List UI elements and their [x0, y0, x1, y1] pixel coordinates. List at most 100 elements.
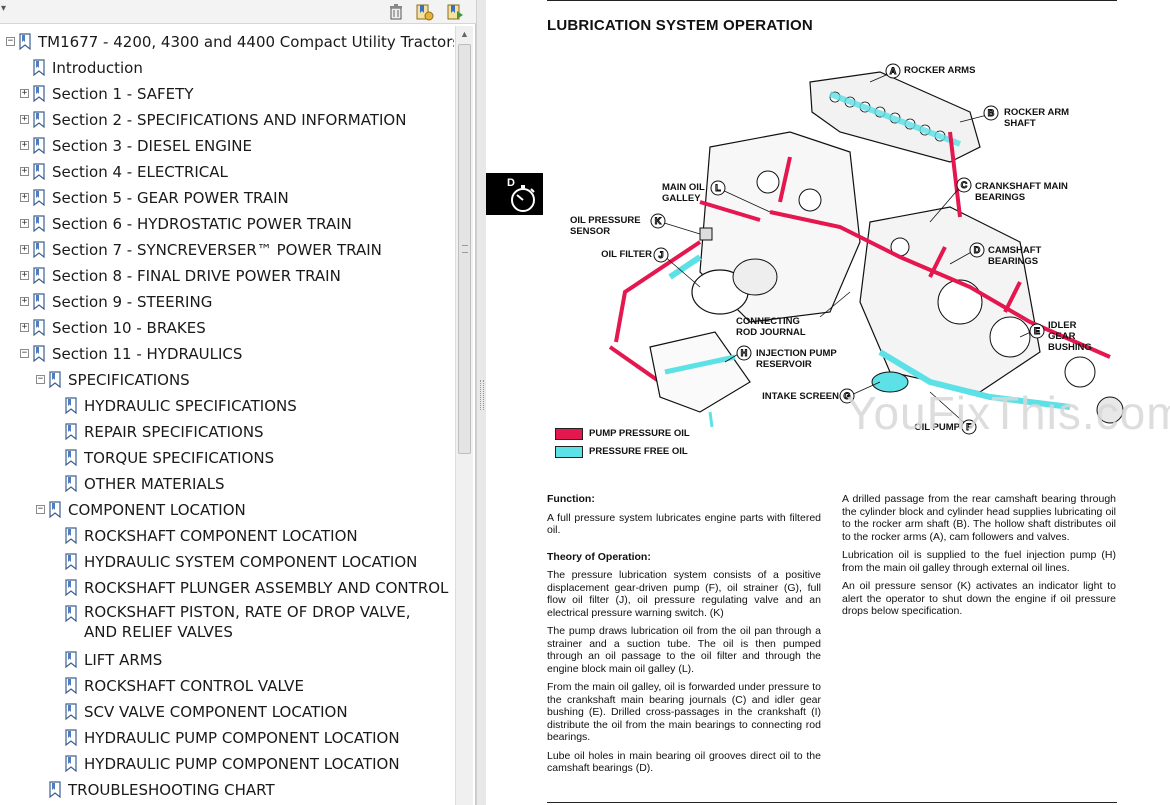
bookmark-item[interactable]: − Section 11 - HYDRAULICS	[0, 342, 452, 366]
bookmark-label: Section 6 - HYDROSTATIC POWER TRAIN	[52, 215, 352, 233]
bookmark-item[interactable]: HYDRAULIC SYSTEM COMPONENT LOCATION	[0, 550, 452, 574]
bookmark-icon	[64, 449, 78, 467]
callout-letter-k: K	[655, 216, 662, 226]
bookmark-icon	[64, 755, 78, 773]
bookmarks-tree: − TM1677 - 4200, 4300 and 4400 Compact Ut…	[0, 26, 454, 805]
callout-main-oil-galley: MAIN OIL GALLEY	[662, 182, 705, 204]
expand-plus-icon[interactable]: +	[20, 89, 29, 98]
bookmark-item[interactable]: − SPECIFICATIONS	[0, 368, 452, 392]
watermark: YouFixThis.com	[846, 387, 1170, 439]
bookmark-icon	[64, 423, 78, 441]
bookmark-label: SPECIFICATIONS	[68, 371, 190, 389]
bookmark-icon	[18, 33, 32, 51]
bookmark-item[interactable]: − COMPONENT LOCATION	[0, 498, 452, 522]
callout-rocker-arms: ROCKER ARMS	[904, 65, 976, 76]
bookmark-item[interactable]: + Section 4 - ELECTRICAL	[0, 160, 452, 184]
expand-plus-icon[interactable]: +	[20, 193, 29, 202]
bookmark-label: Section 10 - BRAKES	[52, 319, 206, 337]
bookmark-item[interactable]: ROCKSHAFT PISTON, RATE OF DROP VALVE, AN…	[0, 602, 452, 648]
bookmark-icon	[64, 475, 78, 493]
bookmark-label: REPAIR SPECIFICATIONS	[84, 423, 264, 441]
bookmark-label: SCV VALVE COMPONENT LOCATION	[84, 703, 348, 721]
theory-heading: Theory of Operation:	[547, 550, 651, 563]
bookmark-item[interactable]: + Section 7 - SYNCREVERSER™ POWER TRAIN	[0, 238, 452, 262]
bookmark-label: OTHER MATERIALS	[84, 475, 225, 493]
function-text: A full pressure system lubricates engine…	[547, 511, 821, 537]
bookmark-icon	[32, 293, 46, 311]
bookmark-item[interactable]: HYDRAULIC PUMP COMPONENT LOCATION	[0, 726, 452, 750]
bookmark-icon	[32, 215, 46, 233]
bookmark-icon	[64, 579, 78, 597]
expand-plus-icon[interactable]: +	[20, 167, 29, 176]
bookmark-item[interactable]: HYDRAULIC SPECIFICATIONS	[0, 394, 452, 418]
expand-plus-icon[interactable]: +	[20, 323, 29, 332]
callout-letter-a: A	[890, 66, 897, 76]
bookmark-item[interactable]: + Section 2 - SPECIFICATIONS AND INFORMAT…	[0, 108, 452, 132]
collapse-minus-icon[interactable]: −	[20, 349, 29, 358]
bookmark-icon	[64, 677, 78, 695]
bookmark-label: Section 8 - FINAL DRIVE POWER TRAIN	[52, 267, 341, 285]
bookmark-label: TM1677 - 4200, 4300 and 4400 Compact Uti…	[38, 33, 454, 51]
bookmark-item[interactable]: + Section 9 - STEERING	[0, 290, 452, 314]
function-heading: Function:	[547, 493, 595, 505]
bookmark-label: ROCKSHAFT PISTON, RATE OF DROP VALVE, AN…	[84, 603, 411, 641]
collapse-minus-icon[interactable]: −	[6, 37, 15, 46]
bookmark-item[interactable]: + Section 6 - HYDROSTATIC POWER TRAIN	[0, 212, 452, 236]
collapse-minus-icon[interactable]: −	[36, 505, 45, 514]
bottom-rule	[547, 802, 1117, 803]
expand-plus-icon[interactable]: +	[20, 245, 29, 254]
trash-icon[interactable]	[386, 2, 406, 22]
right-text-column: A drilled passage from the rear camshaft…	[842, 493, 1116, 624]
bookmark-item[interactable]: + Section 5 - GEAR POWER TRAIN	[0, 186, 452, 210]
document-page: LUBRICATION SYSTEM OPERATION D A B C D E…	[486, 0, 1170, 805]
bookmark-item[interactable]: ROCKSHAFT COMPONENT LOCATION	[0, 524, 452, 548]
expand-plus-icon[interactable]: +	[20, 141, 29, 150]
expand-plus-icon[interactable]: +	[20, 115, 29, 124]
body-paragraph: A drilled passage from the rear camshaft…	[842, 493, 1116, 543]
legend-swatch-red	[555, 428, 583, 440]
bookmark-item[interactable]: Introduction	[0, 56, 452, 80]
bookmark-label: TROUBLESHOOTING CHART	[68, 781, 275, 799]
scrollbar-thumb[interactable]	[458, 44, 471, 454]
bookmark-item[interactable]: − TM1677 - 4200, 4300 and 4400 Compact Ut…	[0, 30, 454, 54]
bookmark-item[interactable]: OTHER MATERIALS	[0, 472, 452, 496]
lubrication-diagram: A B C D E F G H J K L ROCKER ARMS ROCKER…	[550, 52, 1170, 462]
theory-paragraph: The pressure lubrication system consists…	[547, 569, 821, 619]
panel-splitter[interactable]	[476, 0, 486, 805]
bookmark-item[interactable]: ROCKSHAFT CONTROL VALVE	[0, 674, 452, 698]
injection-pump-drawing	[649, 331, 751, 428]
legend-label: PRESSURE FREE OIL	[589, 446, 688, 457]
bookmark-item[interactable]: + Section 1 - SAFETY	[0, 82, 452, 106]
body-paragraph: Lubrication oil is supplied to the fuel …	[842, 549, 1116, 574]
top-rule	[547, 0, 1117, 1]
options-caret-icon[interactable]: ▾	[1, 3, 6, 14]
expand-plus-icon[interactable]: +	[20, 297, 29, 306]
bookmark-item[interactable]: TORQUE SPECIFICATIONS	[0, 446, 452, 470]
bookmarks-scrollbar[interactable]: ▲	[455, 26, 473, 805]
bookmark-icon	[48, 781, 62, 799]
bookmark-item[interactable]: LIFT ARMS	[0, 648, 452, 672]
bookmark-label: Section 4 - ELECTRICAL	[52, 163, 228, 181]
bookmark-item[interactable]: ROCKSHAFT PLUNGER ASSEMBLY AND CONTROL L…	[0, 576, 454, 600]
bookmark-options-icon[interactable]	[414, 2, 434, 22]
bookmark-label: Section 2 - SPECIFICATIONS AND INFORMATI…	[52, 111, 407, 129]
callout-letter-b: B	[988, 108, 995, 118]
bookmark-item[interactable]: SCV VALVE COMPONENT LOCATION	[0, 700, 452, 724]
collapse-minus-icon[interactable]: −	[36, 375, 45, 384]
expand-plus-icon[interactable]: +	[20, 219, 29, 228]
bookmark-item[interactable]: REPAIR SPECIFICATIONS	[0, 420, 452, 444]
callout-oil-filter: OIL FILTER	[601, 249, 652, 260]
new-bookmark-icon[interactable]	[445, 2, 465, 22]
bookmark-icon	[32, 85, 46, 103]
bookmark-item[interactable]: TROUBLESHOOTING CHART	[0, 778, 452, 802]
scroll-up-icon[interactable]: ▲	[460, 29, 469, 39]
bookmark-label: Section 11 - HYDRAULICS	[52, 345, 243, 363]
expand-plus-icon[interactable]: +	[20, 271, 29, 280]
bookmark-icon	[64, 605, 78, 623]
bookmark-item[interactable]: + Section 8 - FINAL DRIVE POWER TRAIN	[0, 264, 452, 288]
bookmark-item[interactable]: + Section 10 - BRAKES	[0, 316, 452, 340]
bookmark-item[interactable]: HYDRAULIC PUMP COMPONENT LOCATION	[0, 752, 452, 776]
bookmark-item[interactable]: + Section 3 - DIESEL ENGINE	[0, 134, 452, 158]
bookmark-label: ROCKSHAFT PLUNGER ASSEMBLY AND CONTROL L…	[84, 579, 454, 597]
callout-injection-pump-reservoir: INJECTION PUMP RESERVOIR	[756, 348, 837, 370]
